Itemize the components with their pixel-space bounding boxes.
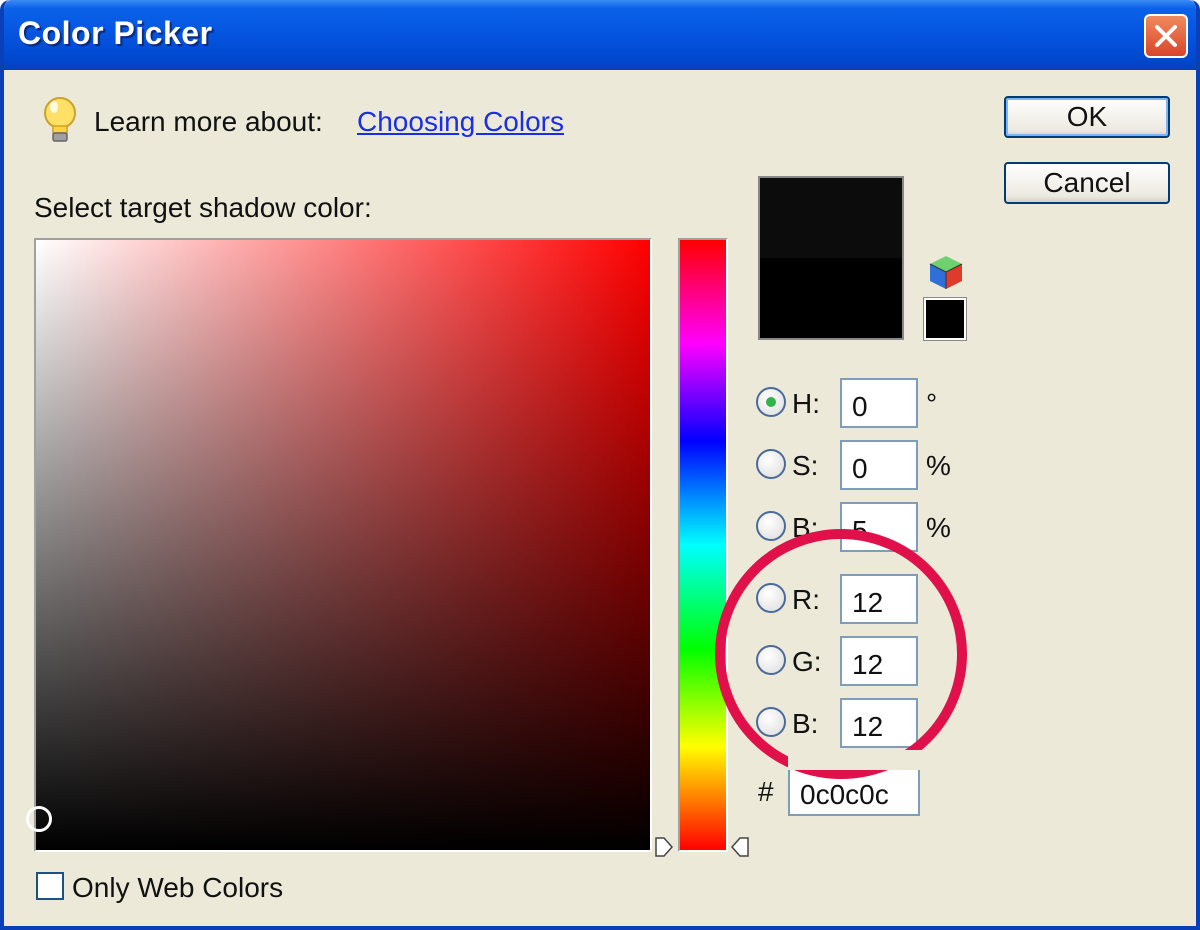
close-button[interactable] bbox=[1144, 14, 1188, 58]
dialog-body: Learn more about: Choosing Colors Select… bbox=[4, 70, 1196, 926]
cancel-button[interactable]: Cancel bbox=[1004, 162, 1170, 204]
close-icon bbox=[1155, 25, 1177, 47]
color-picker-dialog: Color Picker Learn more about: Choosing … bbox=[0, 0, 1200, 930]
only-web-colors-label: Only Web Colors bbox=[72, 872, 284, 903]
title-bar[interactable]: Color Picker bbox=[4, 0, 1196, 70]
only-web-colors-checkbox[interactable] bbox=[36, 872, 64, 900]
ok-button[interactable]: OK bbox=[1004, 96, 1170, 138]
hex-input-cover bbox=[788, 750, 928, 770]
window-title: Color Picker bbox=[18, 15, 213, 51]
